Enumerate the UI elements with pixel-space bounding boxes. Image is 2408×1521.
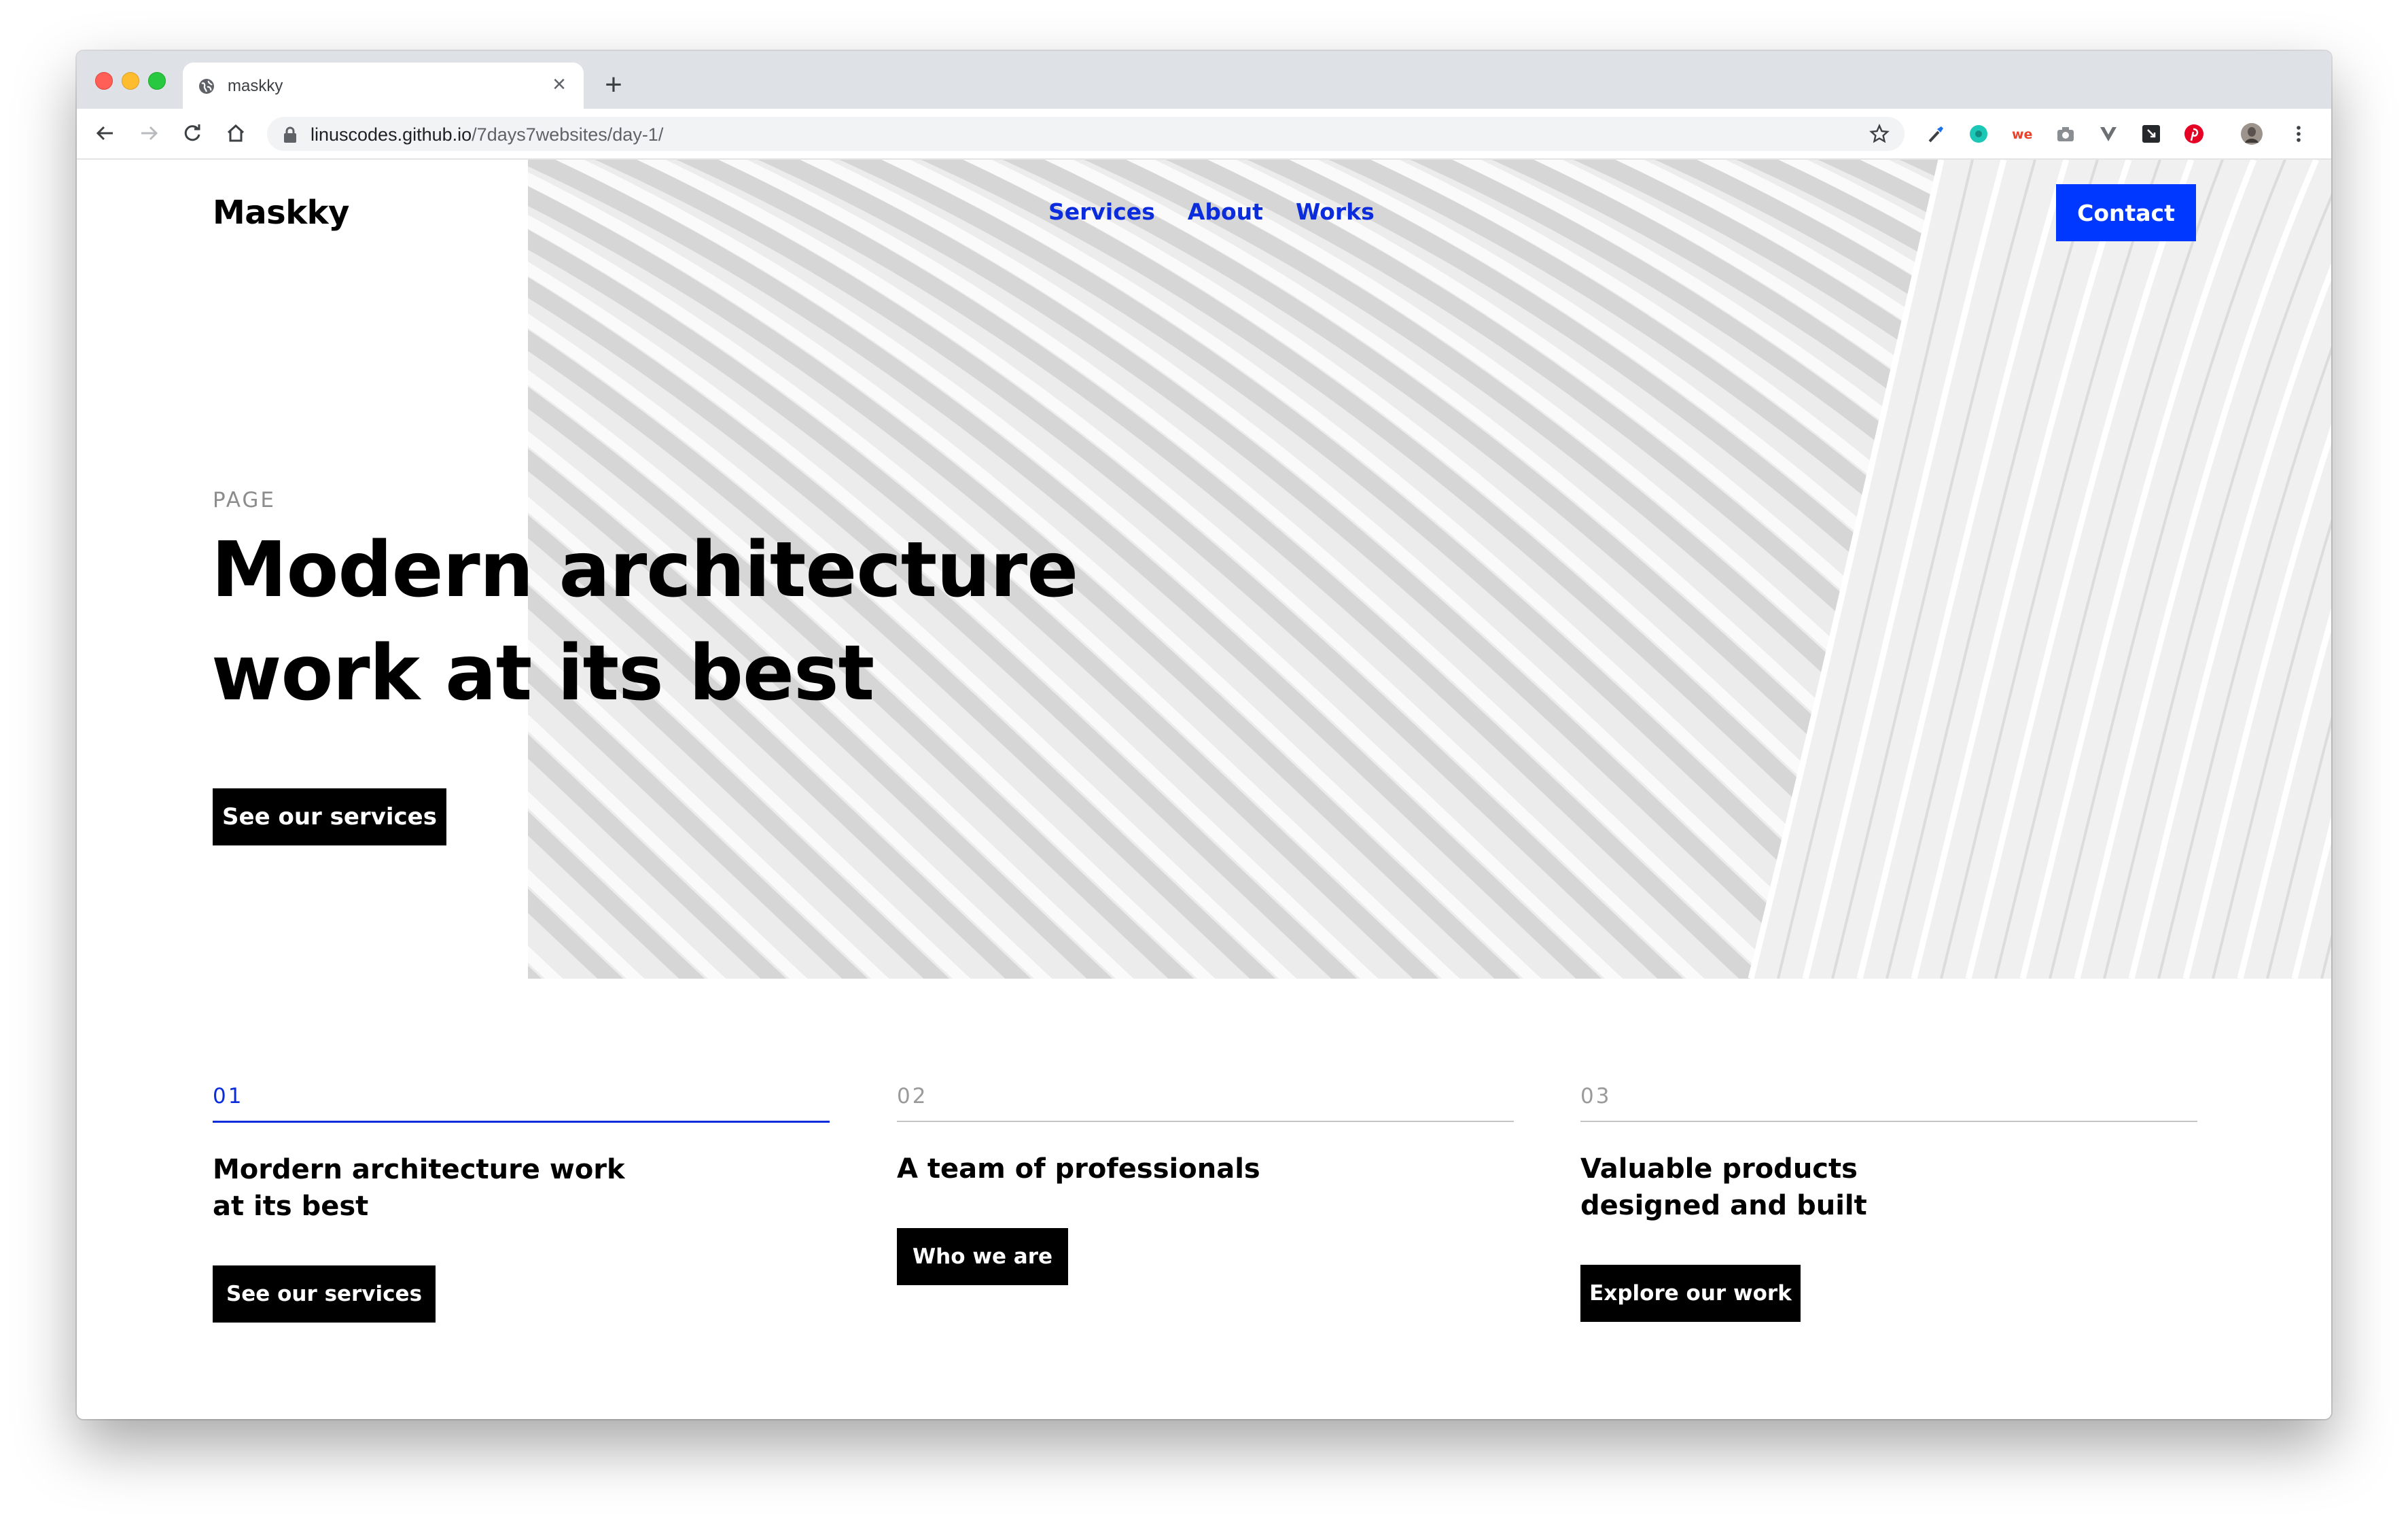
feature-card-3: 03 Valuable products designed and built … [1580,1084,2197,1322]
active-tab[interactable]: maskky × [183,63,584,109]
v-extension-icon[interactable] [2098,124,2119,144]
feature-title: Mordern architecture work at its best [213,1154,625,1222]
lock-icon [284,126,296,143]
browser-toolbar: linuscodes.github.io/7days7websites/day-… [77,109,2331,160]
main-nav: Services About Works [1048,198,1375,225]
home-icon [227,124,245,142]
url-path: /7days7websites/day-1/ [472,124,664,145]
reload-button[interactable] [177,118,207,148]
profile-avatar-icon[interactable] [2240,122,2263,145]
address-bar[interactable]: linuscodes.github.io/7days7websites/day-… [267,117,1905,151]
feature-number: 02 [897,1084,928,1108]
feature-divider-active [213,1121,830,1123]
home-button[interactable] [221,118,251,148]
feature-card-2: 02 A team of professionals Who we are [897,1084,1514,1285]
pinterest-icon[interactable] [2184,124,2204,144]
menu-kebab-icon[interactable] [2293,124,2304,144]
url-host: linuscodes.github.io [311,124,472,145]
hero-eyebrow: PAGE [213,488,276,512]
reload-icon [184,124,200,141]
close-window-button[interactable] [95,72,113,90]
nav-link-about[interactable]: About [1188,198,1263,225]
feature-title: Valuable products designed and built [1580,1153,1867,1221]
forward-arrow-icon [141,126,158,141]
teal-circle-extension-icon[interactable] [1968,124,1989,144]
browser-window: maskky × + linuscodes.github.io/7days7we… [77,51,2331,1419]
back-arrow-icon [96,126,113,141]
dark-square-extension-icon[interactable] [2141,124,2161,144]
who-we-are-button[interactable]: Who we are [897,1228,1068,1285]
svg-text:we: we [2012,127,2032,142]
tab-title: maskky [228,77,283,95]
camera-icon[interactable] [2055,124,2076,144]
hero-see-services-button[interactable]: See our services [213,788,446,845]
globe-icon [199,79,214,94]
web-page: Maskky Services About Works Contact PAGE… [77,160,2331,1419]
nav-link-works[interactable]: Works [1296,198,1375,225]
back-button[interactable] [90,118,120,148]
eyedropper-icon[interactable] [1926,124,1946,144]
site-logo[interactable]: Maskky [213,194,349,232]
minimize-window-button[interactable] [122,72,139,90]
feature-number: 03 [1580,1084,1612,1108]
feature-see-services-button[interactable]: See our services [213,1265,436,1323]
forward-button[interactable] [134,118,164,148]
feature-title: A team of professionals [897,1153,1260,1185]
hero-title-line-2: work at its best [211,629,874,718]
tab-strip: maskky × + [77,51,2331,109]
url-text: linuscodes.github.io/7days7websites/day-… [311,124,663,145]
explore-our-work-button[interactable]: Explore our work [1580,1265,1801,1322]
contact-button[interactable]: Contact [2056,184,2196,241]
maximize-window-button[interactable] [148,72,166,90]
feature-card-1: 01 Mordern architecture work at its best… [213,1084,830,1323]
hero-title: Modern architecture work at its best [211,519,1095,725]
hero-title-line-1: Modern architecture [211,526,1078,614]
feature-divider [1580,1121,2197,1122]
nav-link-services[interactable]: Services [1048,198,1155,225]
feature-number: 01 [213,1084,244,1108]
feature-divider [897,1121,1514,1122]
bookmark-star-icon[interactable] [1869,124,1890,144]
new-tab-button[interactable]: + [600,70,627,100]
we-extension-icon[interactable]: we [2011,124,2036,144]
tab-close-icon[interactable]: × [547,72,571,97]
